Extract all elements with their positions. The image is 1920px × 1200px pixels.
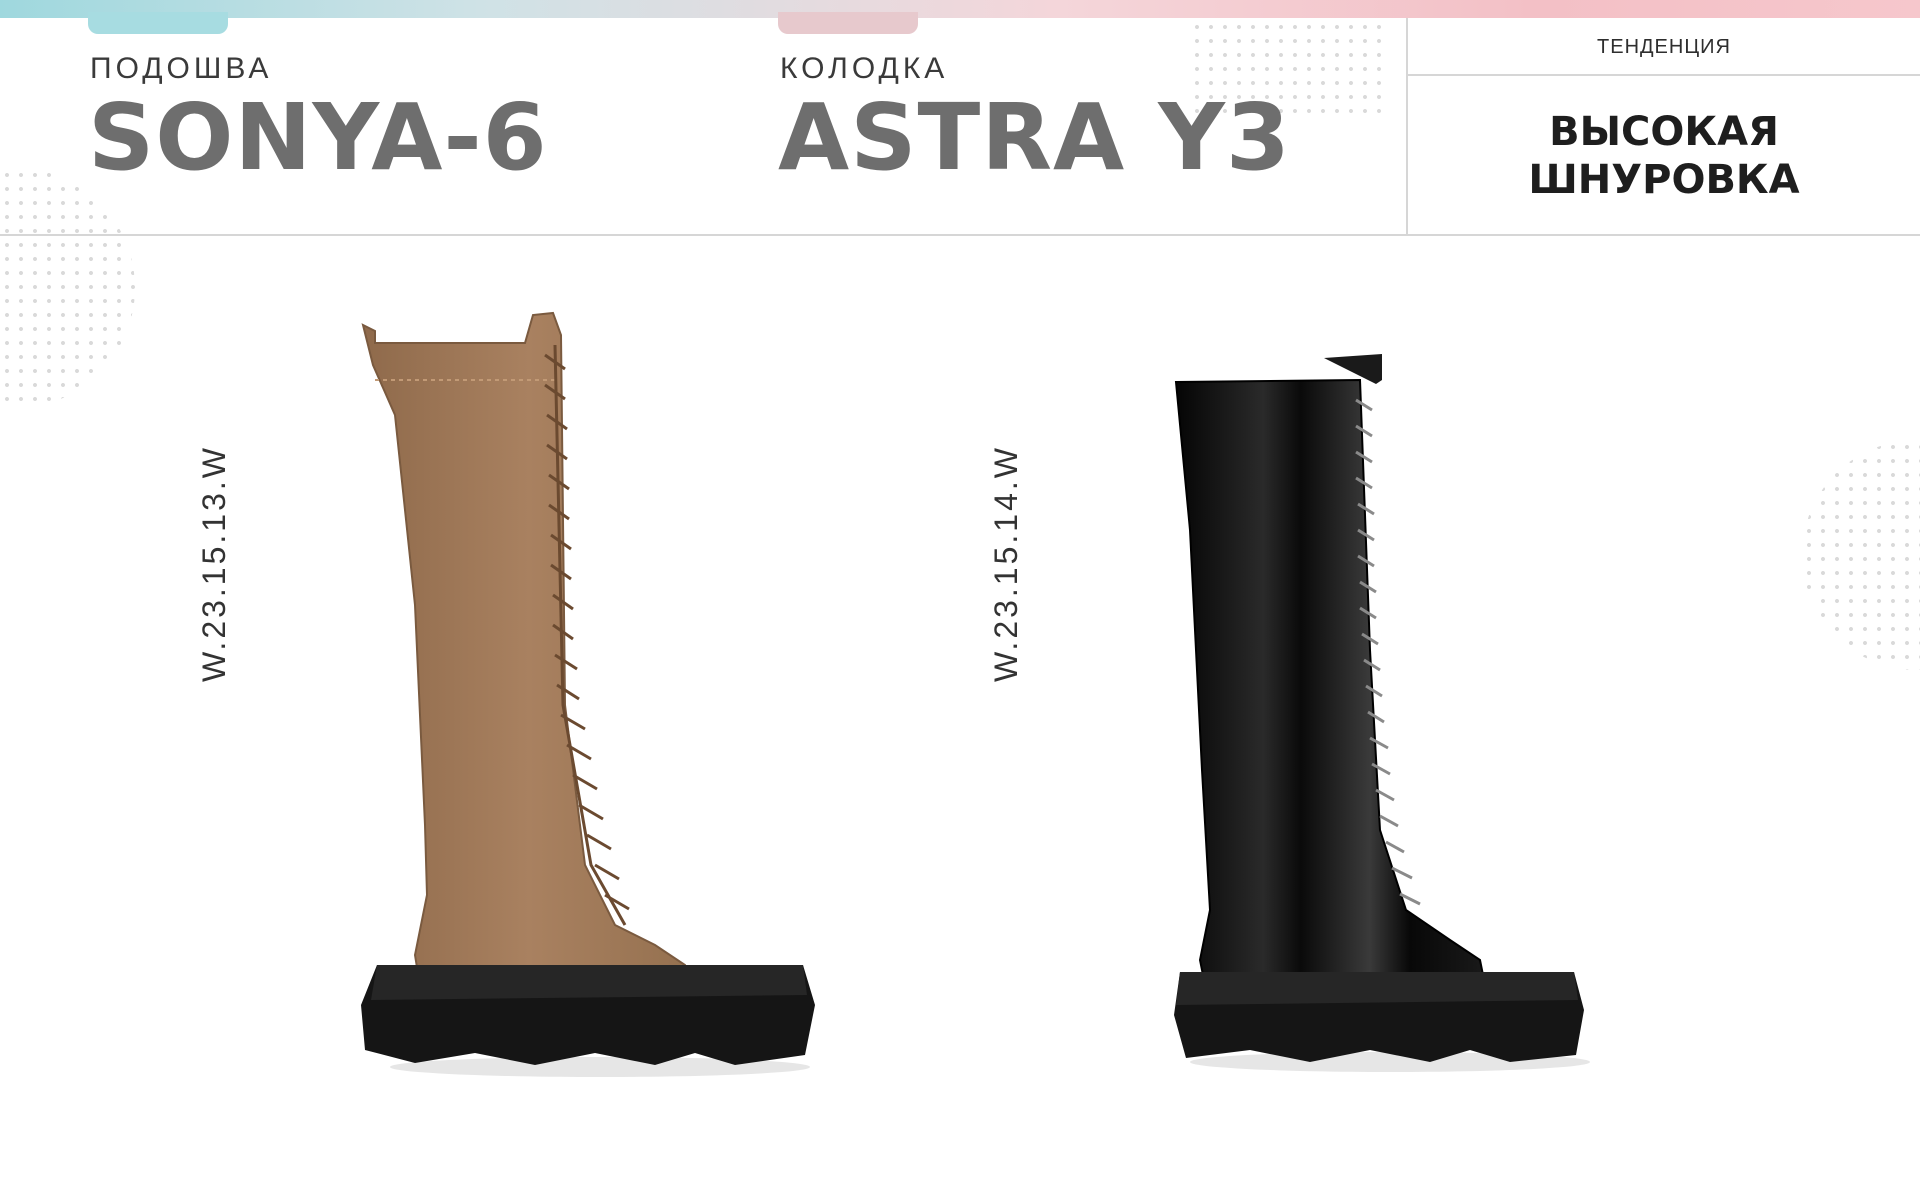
product-1-sku: W.23.15.13.W (196, 445, 232, 682)
last-label: КОЛОДКА (780, 52, 949, 85)
sole-label: ПОДОШВА (90, 52, 273, 85)
sole-value: SONYA-6 (88, 84, 548, 191)
decor-tab-pink (778, 12, 918, 34)
last-value: ASTRA Y3 (778, 84, 1291, 191)
product-2-boot-image (1174, 354, 1590, 1072)
trend-value-line2: ШНУРОВКА (1528, 157, 1800, 203)
decor-dots-left (0, 168, 135, 408)
header-divider (0, 234, 1920, 236)
decor-tab-teal (88, 12, 228, 34)
product-2-sku: W.23.15.14.W (988, 445, 1024, 682)
trend-value-line1: ВЫСОКАЯ (1549, 109, 1779, 155)
product-1-boot-image (361, 311, 815, 1077)
trend-value: ВЫСОКАЯ ШНУРОВКА (1408, 108, 1920, 204)
decor-dots-right (1802, 440, 1920, 670)
trend-header-divider (1408, 74, 1920, 76)
top-gradient-strip (0, 0, 1920, 18)
trend-label: ТЕНДЕНЦИЯ (1597, 36, 1731, 58)
